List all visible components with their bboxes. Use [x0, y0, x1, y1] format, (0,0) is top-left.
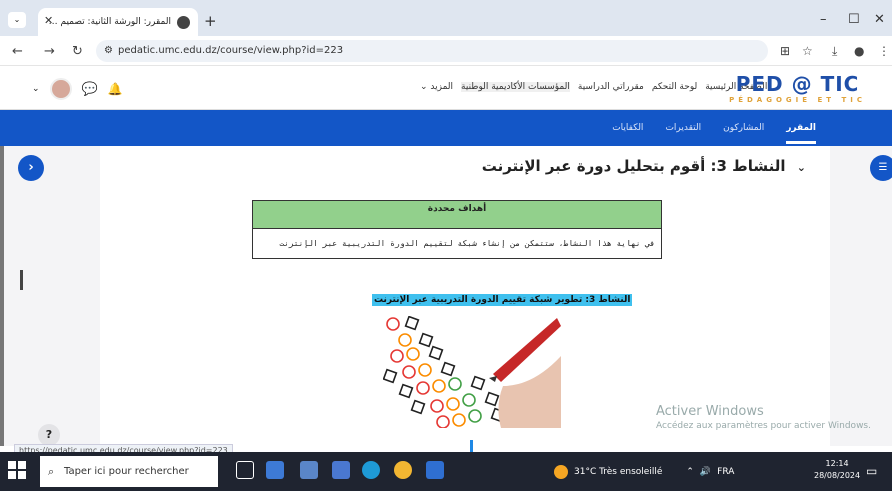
mail-app-icon[interactable] — [332, 461, 350, 479]
watermark-line1: Activer Windows — [656, 404, 764, 419]
close-window-icon[interactable]: ✕ — [874, 12, 885, 27]
address-row: ← → ↻ ⚙ pedatic.umc.edu.dz/course/view.p… — [0, 36, 892, 66]
open-course-index-button[interactable]: › — [18, 155, 44, 181]
open-block-drawer-button[interactable]: ☰ — [870, 155, 892, 181]
logo-sub: PÉDAGOGIE ET TIC — [729, 96, 866, 104]
site-favicon-icon — [177, 15, 190, 29]
site-info-icon[interactable]: ⚙ — [104, 40, 113, 62]
objectives-table: أهداف محددة في نهاية هذا النشاط، ستتمكن … — [252, 200, 662, 259]
help-button[interactable]: ? — [38, 424, 60, 446]
weather-sun-icon[interactable] — [554, 464, 568, 479]
bookmark-star-icon[interactable]: ☆ — [802, 44, 813, 58]
edge-browser-icon[interactable] — [362, 461, 380, 479]
minimize-icon[interactable]: – — [820, 12, 827, 27]
taskbar-search-input[interactable]: ⌕ Taper ici pour rechercher — [40, 456, 218, 487]
clock-date: 28/08/2024 — [814, 471, 861, 480]
collapse-chevron-icon[interactable]: ⌄ — [797, 161, 806, 174]
forward-icon[interactable]: → — [44, 44, 55, 59]
browser-menu-icon[interactable]: ⋮ — [878, 44, 890, 58]
close-tab-icon[interactable]: ✕ — [44, 14, 53, 27]
objectives-text: في نهاية هذا النشاط، ستتمكن من إنشاء شبك… — [252, 228, 662, 259]
notifications-bell-icon[interactable]: 🔔 — [108, 82, 123, 96]
tab-competencies[interactable]: الكفايات — [612, 123, 643, 133]
user-menu-chevron-icon[interactable]: ⌄ — [32, 84, 40, 94]
nav-more[interactable]: المزيد ⌄ — [420, 82, 453, 92]
translate-icon[interactable]: ⊞ — [780, 44, 790, 58]
system-tray: 31°C Très ensoleillé ⌃ 🔊 FRA — [554, 452, 734, 491]
nav-institutions[interactable]: المؤسسات الأكاديمية الوطنية — [461, 82, 570, 92]
tab-course[interactable]: المقرر — [786, 123, 816, 144]
section-title-text: النشاط 3: أقوم بتحليل دورة عبر الإنترنت — [481, 157, 786, 175]
profile-icon[interactable]: ● — [854, 44, 864, 58]
nav-dashboard[interactable]: لوحة التحكم — [652, 82, 697, 92]
activate-windows-watermark: Activer Windows Accédez aux paramètres p… — [656, 404, 871, 431]
taskbar-clock[interactable]: 12:14 28/08/2024 — [814, 458, 860, 482]
reload-icon[interactable]: ↻ — [72, 44, 83, 59]
tab-title: المقرر: الورشة الثانية: تصميم مقر... — [46, 17, 171, 27]
scroll-marker — [20, 270, 23, 290]
avatar[interactable] — [49, 78, 72, 100]
browser-tab-strip: ⌄ المقرر: الورشة الثانية: تصميم مقر... ✕… — [0, 0, 892, 36]
store-app-icon[interactable] — [300, 461, 318, 479]
weather-text[interactable]: 31°C Très ensoleillé — [574, 467, 662, 477]
volume-icon[interactable]: 🔊 — [700, 467, 711, 477]
clock-time: 12:14 — [825, 459, 849, 468]
evaluation-checklist-image — [383, 316, 561, 428]
maximize-icon[interactable]: ☐ — [848, 12, 860, 27]
tab-grades[interactable]: التقديرات — [665, 123, 701, 133]
watermark-line2: Accédez aux paramètres pour activer Wind… — [656, 421, 871, 431]
url-text: pedatic.umc.edu.dz/course/view.php?id=22… — [118, 45, 344, 56]
nav-my-courses[interactable]: مقرراتي الدراسية — [578, 82, 644, 92]
network-icon[interactable]: ⌃ — [686, 467, 694, 477]
course-navigation: المقرر المشاركون التقديرات الكفايات — [0, 110, 892, 146]
task-view-icon[interactable] — [236, 461, 254, 479]
search-icon: ⌕ — [48, 465, 55, 478]
photos-app-icon[interactable] — [426, 461, 444, 479]
section-title[interactable]: ⌄ النشاط 3: أقوم بتحليل دورة عبر الإنترن… — [482, 157, 806, 175]
browser-tab[interactable]: المقرر: الورشة الثانية: تصميم مقر... ✕ — [38, 8, 198, 36]
search-placeholder: Taper ici pour rechercher — [64, 466, 189, 477]
windows-taskbar: ⌕ Taper ici pour rechercher 31°C Très en… — [0, 452, 892, 491]
download-icon[interactable]: ⤓ — [832, 44, 837, 59]
start-button[interactable] — [8, 461, 28, 481]
address-bar[interactable]: ⚙ pedatic.umc.edu.dz/course/view.php?id=… — [96, 40, 768, 62]
tab-search-button[interactable]: ⌄ — [8, 12, 26, 28]
chrome-browser-icon[interactable] — [394, 461, 412, 479]
site-header: ⌄ 💬 🔔 الصفحة الرئيسية لوحة التحكم مقررات… — [0, 66, 892, 110]
content-marker — [470, 440, 473, 452]
back-icon[interactable]: ← — [12, 44, 23, 59]
tab-participants[interactable]: المشاركون — [723, 123, 764, 133]
activity-highlight-title: النشاط 3: تطوير شبكة تقييم الدورة التدري… — [372, 294, 633, 306]
user-tools: ⌄ 💬 🔔 — [32, 78, 123, 100]
site-logo[interactable]: PED @ TIC PÉDAGOGIE ET TIC — [729, 72, 866, 104]
logo-main: PED @ TIC — [735, 72, 860, 96]
left-edge-strip — [0, 146, 4, 446]
notification-center-icon[interactable]: ▭ — [866, 464, 877, 478]
primary-navigation: الصفحة الرئيسية لوحة التحكم مقرراتي الدر… — [420, 82, 767, 92]
language-indicator[interactable]: FRA — [717, 467, 734, 477]
messages-icon[interactable]: 💬 — [82, 82, 98, 97]
calculator-app-icon[interactable] — [266, 461, 284, 479]
new-tab-button[interactable]: + — [204, 12, 217, 30]
objectives-header: أهداف محددة — [252, 200, 662, 229]
